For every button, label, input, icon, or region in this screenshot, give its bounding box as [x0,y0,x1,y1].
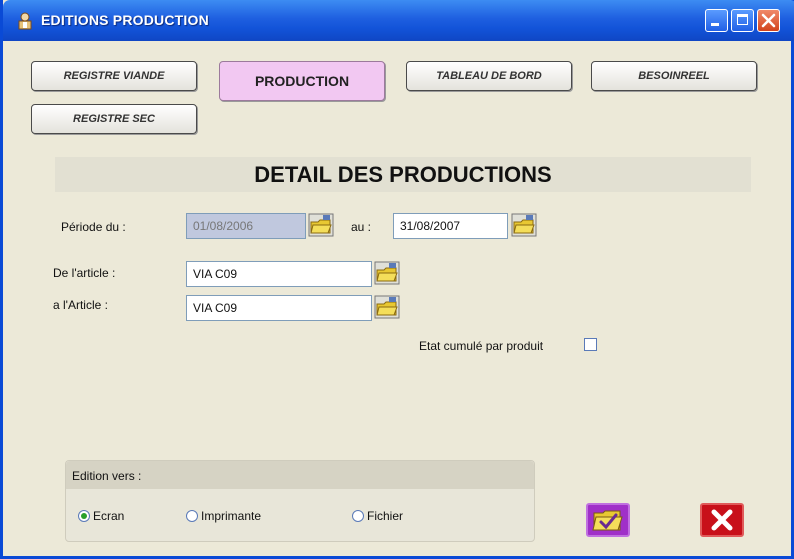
cancel-button[interactable] [700,503,744,537]
periode-from-value: 01/08/2006 [193,219,254,233]
radio-fichier-circle [352,510,364,522]
a-article-field[interactable]: VIA C09 [186,295,372,321]
etat-cumule-label: Etat cumulé par produit [419,339,544,353]
de-article-picker-icon[interactable] [374,261,400,285]
date-from-picker-icon[interactable] [308,213,334,237]
registre-viande-button[interactable]: REGISTRE VIANDE [31,61,197,91]
close-icon [761,13,776,28]
app-icon [18,12,32,30]
ok-button[interactable] [586,503,630,537]
window-title: EDITIONS PRODUCTION [41,12,209,28]
minimize-button[interactable] [705,9,728,32]
tableau-de-bord-label: TABLEAU DE BORD [436,70,542,82]
a-article-picker-icon[interactable] [374,295,400,319]
radio-imprimante-label: Imprimante [201,509,262,523]
radio-ecran-label: Ecran [93,509,125,523]
a-article-label: a l'Article : [53,298,108,312]
radio-selected-dot [81,513,87,519]
title-bar[interactable]: EDITIONS PRODUCTION [3,0,794,41]
editions-production-window: EDITIONS PRODUCTION REGISTRE VIANDE PROD… [0,0,794,559]
tableau-de-bord-button[interactable]: TABLEAU DE BORD [406,61,572,91]
periode-to-field[interactable]: 31/08/2007 [393,213,508,239]
periode-to-value: 31/08/2007 [400,219,461,233]
close-window-button[interactable] [757,9,780,32]
radio-fichier-label: Fichier [367,509,404,523]
folder-check-icon [592,510,623,531]
de-article-field[interactable]: VIA C09 [186,261,372,287]
registre-sec-label: REGISTRE SEC [73,113,155,125]
production-label: PRODUCTION [254,73,350,89]
periode-label: Période du : [61,220,126,234]
maximize-icon [737,14,748,25]
registre-viande-label: REGISTRE VIANDE [63,70,165,82]
edition-vers-label: Edition vers : [72,469,142,483]
radio-fichier[interactable]: Fichier [352,509,403,523]
de-article-value: VIA C09 [193,267,238,281]
au-label: au : [351,220,372,234]
registre-sec-button[interactable]: REGISTRE SEC [31,104,197,134]
radio-ecran[interactable]: Ecran [78,509,124,523]
besoinreel-button[interactable]: BESOINREEL [591,61,757,91]
de-article-label: De l'article : [53,266,116,280]
radio-imprimante-circle [186,510,198,522]
periode-from-field[interactable]: 01/08/2006 [186,213,306,239]
date-to-picker-icon[interactable] [511,213,537,237]
radio-imprimante[interactable]: Imprimante [186,509,261,523]
edition-vers-header: Edition vers : [66,461,534,489]
radio-ecran-circle [78,510,90,522]
production-tab-button[interactable]: PRODUCTION [219,61,385,101]
besoinreel-label: BESOINREEL [638,70,710,82]
a-article-value: VIA C09 [193,301,238,315]
close-x-icon [711,509,733,531]
edition-vers-group: Edition vers : Ecran Imprimante Fichier [65,460,535,542]
section-title: DETAIL DES PRODUCTIONS [55,157,751,192]
etat-cumule-checkbox[interactable] [584,338,597,351]
maximize-button[interactable] [731,9,754,32]
minimize-icon [711,23,719,26]
